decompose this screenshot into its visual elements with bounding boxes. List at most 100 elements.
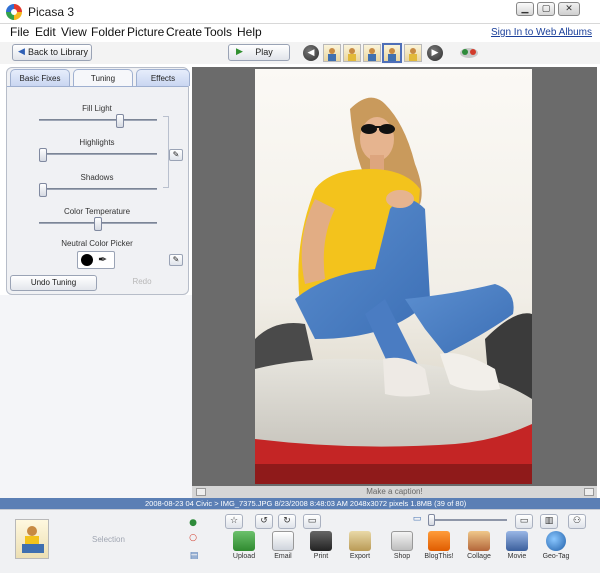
redo-button[interactable]: Redo [99, 275, 185, 291]
movie-button[interactable]: Movie [499, 531, 535, 560]
play-button[interactable]: ▶ Play [228, 44, 290, 61]
menu-folder[interactable]: Folder [91, 25, 125, 39]
blogger-icon [428, 531, 450, 551]
movie-label: Movie [507, 553, 527, 560]
movie-icon [506, 531, 528, 551]
email-icon [272, 531, 294, 551]
filmstrip-thumb[interactable] [343, 44, 361, 62]
blogthis-label: BlogThis! [424, 553, 454, 560]
left-panel-background [0, 295, 192, 498]
fill-light-label: Fill Light [82, 104, 112, 113]
photo-image [255, 97, 532, 484]
fill-light-slider[interactable] [39, 114, 157, 128]
collage-button[interactable]: Collage [461, 531, 497, 560]
back-to-library-button[interactable]: ◀ Back to Library [12, 44, 92, 61]
print-label: Print [313, 553, 329, 560]
tab-divider [7, 86, 188, 87]
caption-resize-icon[interactable] [584, 488, 594, 496]
bottom-tray: Selection ● ○ ▤ ☆ ↺ ↻ ▭ ▭ ▭ ▥ ⚇ Upload E… [0, 509, 600, 573]
neutral-color-picker[interactable]: ✒ [77, 251, 115, 269]
neutral-color-picker-label: Neutral Color Picker [61, 239, 133, 248]
menu-help[interactable]: Help [237, 25, 262, 39]
tab-basic-fixes[interactable]: Basic Fixes [10, 69, 70, 86]
undo-tuning-button[interactable]: Undo Tuning [10, 275, 97, 291]
tab-effects[interactable]: Effects [136, 69, 190, 86]
caption-bar: Make a caption! [192, 486, 597, 498]
highlights-slider[interactable] [39, 148, 157, 162]
selection-label: Selection [92, 535, 125, 544]
geotag-button[interactable]: Geo-Tag [538, 531, 574, 560]
filmstrip-thumb-selected[interactable] [382, 43, 402, 63]
shop-bag-icon [391, 531, 413, 551]
highlights-knob[interactable] [39, 148, 47, 162]
maximize-button[interactable]: ▢ [537, 2, 555, 16]
tag-button[interactable]: ▭ [303, 514, 321, 529]
shop-label: Shop [393, 553, 411, 560]
tray-thumbnail[interactable] [15, 519, 49, 559]
shop-button[interactable]: Shop [384, 531, 420, 560]
people-button[interactable]: ⚇ [568, 514, 586, 529]
geotag-label: Geo-Tag [542, 553, 570, 560]
minimize-button[interactable]: ▁ [516, 2, 534, 16]
menu-tools[interactable]: Tools [204, 25, 232, 39]
eyedropper-icon[interactable]: ✒ [98, 253, 107, 266]
export-button[interactable]: Export [342, 531, 378, 560]
filmstrip-thumb[interactable] [363, 44, 381, 62]
sign-in-link[interactable]: Sign In to Web Albums [491, 27, 592, 38]
upload-icon [233, 531, 255, 551]
arrow-left-icon: ◀ [18, 47, 25, 57]
status-bar: 2008-08-23 04 Civic > IMG_7375.JPG 8/23/… [0, 498, 600, 509]
add-to-album-icon[interactable]: ▤ [185, 550, 203, 562]
photo[interactable] [255, 69, 532, 484]
zoom-knob[interactable] [428, 514, 435, 526]
share-icon[interactable] [459, 45, 479, 59]
auto-color-wand-icon[interactable]: ✎ [169, 254, 183, 266]
color-temperature-knob[interactable] [94, 217, 102, 231]
shadows-knob[interactable] [39, 183, 47, 197]
fill-light-knob[interactable] [116, 114, 124, 128]
color-temperature-slider[interactable] [39, 217, 157, 231]
star-button[interactable]: ☆ [225, 514, 243, 529]
zoom-icon: ▭ [412, 514, 422, 524]
rotate-right-button[interactable]: ↻ [278, 514, 296, 529]
previous-button[interactable]: ◀ [303, 45, 319, 61]
collage-icon [468, 531, 490, 551]
toolbar: ◀ Back to Library ▶ Play ◀ ▶ [0, 42, 600, 64]
picasa-logo-icon [6, 4, 22, 20]
print-button[interactable]: Print [303, 531, 339, 560]
filmstrip-thumb[interactable] [404, 44, 422, 62]
filmstrip-thumb[interactable] [323, 44, 341, 62]
upload-button[interactable]: Upload [226, 531, 262, 560]
menu-picture[interactable]: Picture [127, 25, 164, 39]
status-text: 2008-08-23 04 Civic > IMG_7375.JPG 8/23/… [145, 499, 467, 508]
menu-file[interactable]: File [10, 25, 29, 39]
play-icon: ▶ [236, 47, 243, 57]
back-to-library-label: Back to Library [27, 47, 89, 57]
print-icon [310, 531, 332, 551]
rotate-left-button[interactable]: ↺ [255, 514, 273, 529]
menu-edit[interactable]: Edit [35, 25, 56, 39]
clear-icon[interactable]: ○ [187, 532, 199, 544]
next-button[interactable]: ▶ [427, 45, 443, 61]
tab-tuning[interactable]: Tuning [73, 69, 133, 87]
email-label: Email [274, 553, 292, 560]
view-single-button[interactable]: ▭ [515, 514, 533, 529]
upload-label: Upload [232, 553, 256, 560]
export-folder-icon [349, 531, 371, 551]
menu-view[interactable]: View [61, 25, 87, 39]
auto-contrast-wand-icon[interactable]: ✎ [169, 149, 183, 161]
email-button[interactable]: Email [265, 531, 301, 560]
menu-bar: File Edit View Folder Picture Create Too… [0, 24, 600, 42]
view-grid-button[interactable]: ▥ [540, 514, 558, 529]
edit-panel: Basic Fixes Tuning Effects Fill Light Hi… [6, 67, 190, 295]
caption-input[interactable]: Make a caption! [192, 487, 597, 496]
hold-icon[interactable]: ● [187, 517, 199, 529]
blogthis-button[interactable]: BlogThis! [421, 531, 457, 560]
shadows-label: Shadows [80, 173, 114, 182]
shadows-slider[interactable] [39, 183, 157, 197]
play-label: Play [255, 47, 273, 57]
close-button[interactable]: ✕ [558, 2, 580, 16]
collage-label: Collage [467, 553, 491, 560]
zoom-slider[interactable] [432, 519, 507, 521]
menu-create[interactable]: Create [166, 25, 202, 39]
